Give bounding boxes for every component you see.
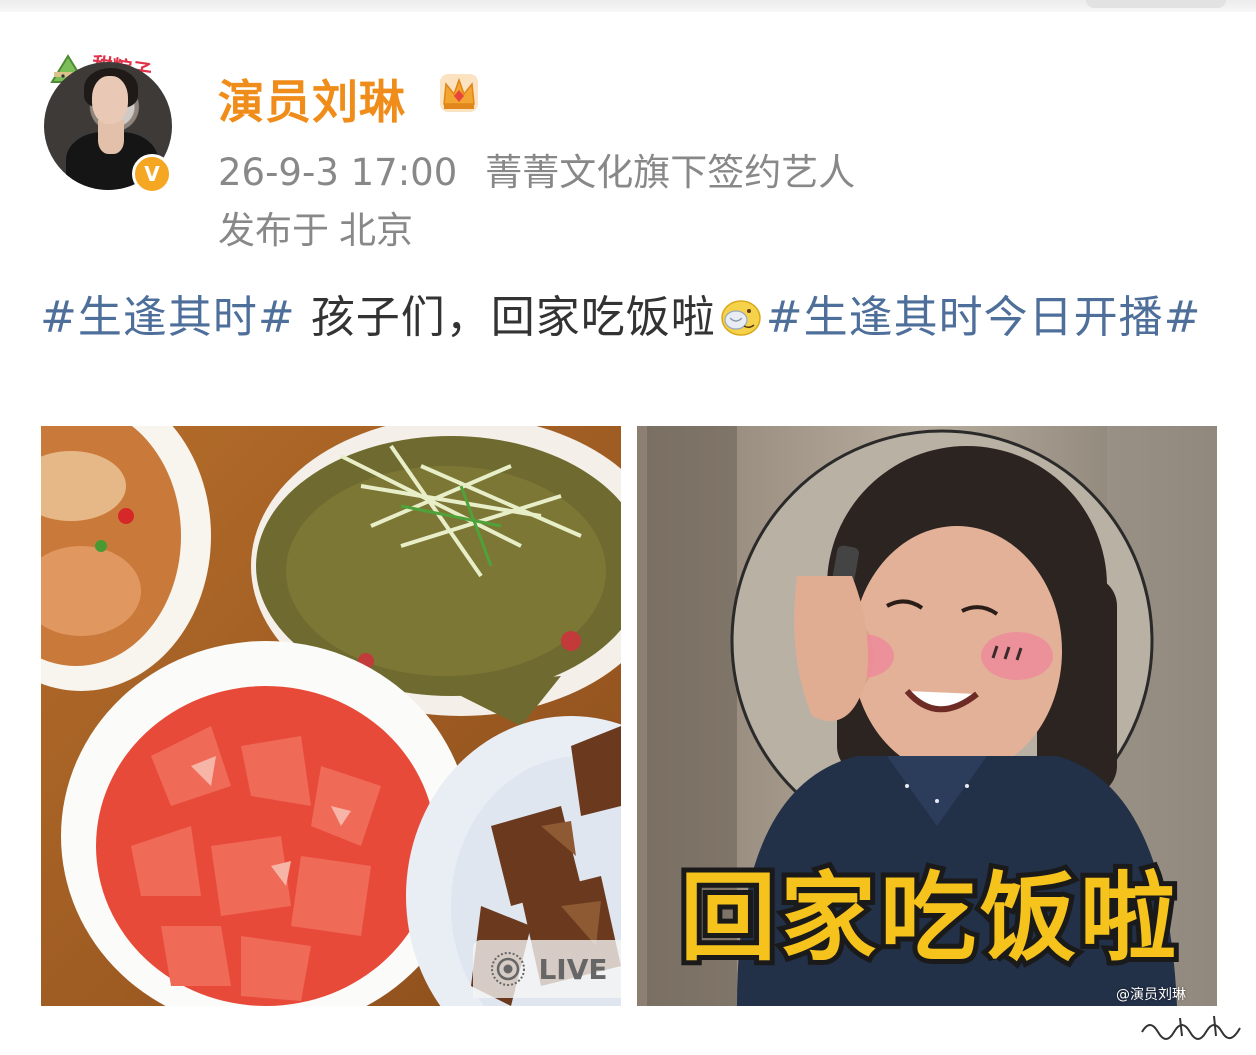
username[interactable]: 演员刘琳 (218, 66, 406, 132)
top-edge (0, 0, 1256, 12)
post-body: #生逢其时# 孩子们，回家吃饭啦 #生逢其时今日开播# (40, 286, 1220, 350)
avatar-neck-shape (98, 120, 124, 154)
photo-actress[interactable]: 回家吃饭啦 (637, 426, 1217, 1006)
verified-badge-icon: V (132, 154, 172, 194)
topic-link-1[interactable]: #生逢其时# (40, 292, 296, 343)
avatar-face-shape (92, 76, 128, 124)
emoji-icon (720, 300, 761, 336)
post-timestamp[interactable]: 26-9-3 17:00 (218, 151, 457, 194)
top-edge-handle (1086, 0, 1226, 8)
topic-link-2[interactable]: #生逢其时今日开播# (766, 292, 1202, 343)
post-body-text: 孩子们，回家吃饭啦 (295, 292, 716, 343)
user-description: 菁菁文化旗下签约艺人 (485, 151, 856, 194)
avatar-container[interactable]: 甜粽子 V (44, 52, 174, 194)
caption-text: 回家吃饭啦 (680, 862, 1180, 974)
caption-graphic: 回家吃饭啦 (675, 857, 1181, 976)
live-photo-icon (491, 952, 526, 986)
location-city: 北京 (339, 209, 413, 252)
post-location: 发布于 北京 (218, 200, 413, 254)
post-meta: 26-9-3 17:00 菁菁文化旗下签约艺人 (218, 142, 855, 196)
live-photo-badge[interactable]: LIVE (473, 940, 621, 998)
food-illustration (41, 426, 621, 1006)
scribble-mark (1141, 1015, 1241, 1040)
location-prefix: 发布于 (218, 209, 329, 252)
watermark: @演员刘琳 (1116, 987, 1186, 1003)
live-label: LIVE (538, 952, 608, 986)
photo-food[interactable]: LIVE (41, 426, 621, 1006)
crown-icon[interactable] (434, 68, 484, 118)
weibo-post-screenshot: 甜粽子 V 演员刘琳 26-9-3 17:00菁菁文化旗下签约艺人 发布于北京 … (0, 0, 1256, 1055)
